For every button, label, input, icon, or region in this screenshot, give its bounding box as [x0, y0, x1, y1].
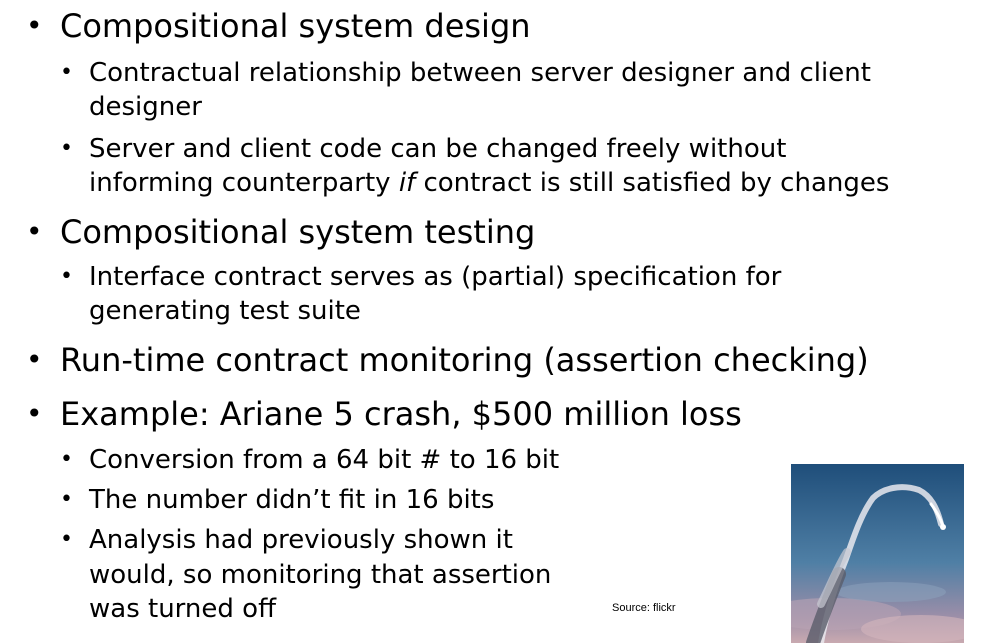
- bullet-dot: •: [26, 343, 43, 376]
- sub-bullet-dot: •: [60, 447, 73, 472]
- sub-bullet-contractual-line1: Contractual relationship between server …: [89, 58, 871, 88]
- sub-bullet-conversion: Conversion from a 64 bit # to 16 bit: [89, 445, 560, 475]
- text-pre: informing counterparty: [89, 168, 399, 198]
- bullet-compositional-testing: Compositional system testing: [60, 213, 536, 251]
- sub-bullet-analysis-line2: would, so monitoring that assertion: [89, 560, 552, 590]
- bullet-dot: •: [26, 9, 43, 42]
- bullet-runtime-monitoring: Run-time contract monitoring (assertion …: [60, 341, 869, 379]
- emphasis-if: if: [398, 168, 416, 198]
- sub-bullet-interface-line1: Interface contract serves as (partial) s…: [89, 262, 782, 292]
- rocket-launch-photo: [791, 464, 964, 643]
- sub-bullet-analysis-line3: was turned off: [89, 594, 276, 624]
- sub-bullet-server-client-line1: Server and client code can be changed fr…: [89, 134, 787, 164]
- sub-bullet-interface-line2: generating test suite: [89, 296, 361, 326]
- bullet-ariane-example: Example: Ariane 5 crash, $500 million lo…: [60, 395, 742, 433]
- sub-bullet-analysis-line1: Analysis had previously shown it: [89, 525, 513, 555]
- sub-bullet-dot: •: [60, 487, 73, 512]
- sub-bullet-server-client-line2: informing counterparty if contract is st…: [89, 166, 889, 200]
- sub-bullet-dot: •: [60, 60, 73, 85]
- bullet-dot: •: [26, 215, 43, 248]
- sub-bullet-contractual-line2: designer: [89, 92, 202, 122]
- sub-bullet-dot: •: [60, 264, 73, 289]
- bullet-dot: •: [26, 397, 43, 430]
- sub-bullet-number-fit: The number didn’t fit in 16 bits: [89, 485, 495, 515]
- bullet-compositional-design: Compositional system design: [60, 7, 531, 45]
- text-post: contract is still satisfied by changes: [415, 168, 890, 198]
- source-caption: Source: flickr: [612, 602, 676, 614]
- sub-bullet-dot: •: [60, 527, 73, 552]
- sub-bullet-dot: •: [60, 136, 73, 161]
